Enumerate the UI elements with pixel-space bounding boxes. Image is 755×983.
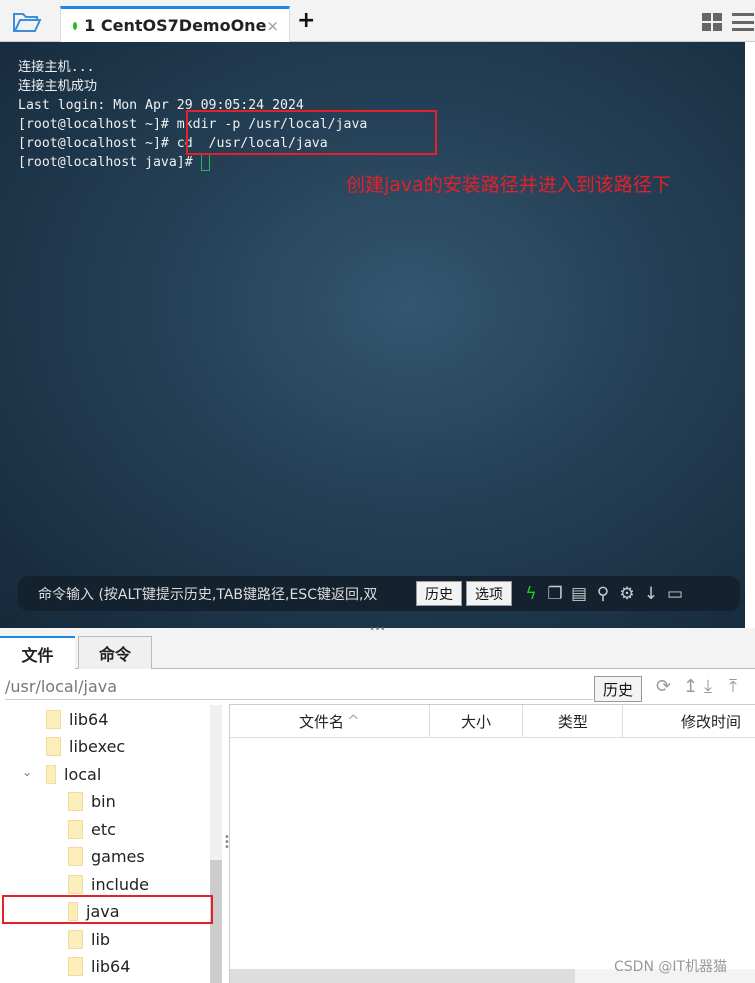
bottom-tabs: 文件 命令 <box>0 636 755 669</box>
tab-session[interactable]: 1 CentOS7DemoOne × <box>60 6 290 42</box>
directory-tree: lib64 libexec ⌄ local bin etc games incl… <box>0 705 222 983</box>
annotation: 创建java的安装路径并进入到该路径下 <box>346 174 671 196</box>
table-header: 文件名 ^ 大小 类型 修改时间 <box>230 705 755 738</box>
path-history-button[interactable]: 历史 <box>594 676 643 702</box>
arrow-down-icon[interactable]: ↓ <box>642 584 660 604</box>
tree-item[interactable]: include <box>68 872 149 896</box>
download-icon[interactable]: ⤓ <box>704 676 712 697</box>
command-input-bar[interactable]: 命令输入 (按ALT键提示历史,TAB键路径,ESC键返回,双 历史 选项 ϟ … <box>18 576 740 611</box>
copy-icon[interactable]: ❐ <box>546 584 564 604</box>
tab-commands[interactable]: 命令 <box>78 636 152 669</box>
table-scrollbar-thumb[interactable] <box>230 969 575 983</box>
file-table: 文件名 ^ 大小 类型 修改时间 <box>229 704 755 983</box>
search-icon[interactable]: ⚲ <box>594 584 612 604</box>
tab-files[interactable]: 文件 <box>0 636 75 669</box>
folder-icon <box>46 709 61 729</box>
lightning-icon[interactable]: ϟ <box>522 584 540 604</box>
close-icon[interactable]: × <box>266 17 279 35</box>
col-type[interactable]: 类型 <box>523 705 624 737</box>
watermark: CSDN @IT机器猫 <box>614 959 728 975</box>
folder-icon <box>68 819 83 839</box>
open-folder-icon[interactable] <box>12 10 42 34</box>
upload-icon[interactable]: ⤒ <box>729 676 737 697</box>
folder-open-icon <box>46 764 56 784</box>
tab-number: 1 <box>84 16 96 35</box>
paste-icon[interactable]: ▤ <box>570 584 588 604</box>
path-input[interactable]: /usr/local/java <box>5 674 593 700</box>
folder-icon <box>68 929 83 949</box>
options-button[interactable]: 选项 <box>466 581 512 606</box>
gear-icon[interactable]: ⚙ <box>618 584 636 604</box>
tree-item[interactable]: lib64 <box>46 707 108 731</box>
col-size[interactable]: 大小 <box>430 705 524 737</box>
chevron-down-icon[interactable]: ⌄ <box>22 765 32 779</box>
tree-item[interactable]: libexec <box>46 734 125 758</box>
tree-item[interactable]: bin <box>68 789 116 813</box>
layout-grid-icon[interactable] <box>702 13 722 31</box>
col-name[interactable]: 文件名 ^ <box>230 705 430 737</box>
terminal[interactable]: 连接主机... 连接主机成功 Last login: Mon Apr 29 09:0… <box>0 42 745 628</box>
menu-icon[interactable] <box>732 13 754 31</box>
cursor <box>200 153 210 171</box>
tree-item[interactable]: lib64 <box>68 954 130 978</box>
highlight-box <box>186 110 437 155</box>
terminal-scrollbar[interactable] <box>745 42 755 628</box>
tab-title: CentOS7DemoOne <box>100 16 267 35</box>
connected-status-icon <box>73 21 78 30</box>
path-row: /usr/local/java 历史 ⟳ ↥ ⤓ ⤒ <box>0 674 755 702</box>
tree-item[interactable]: games <box>68 844 145 868</box>
window-icon[interactable]: ▭ <box>666 584 684 604</box>
folder-icon <box>68 846 83 866</box>
history-button[interactable]: 历史 <box>416 581 462 606</box>
refresh-icon[interactable]: ⟳ <box>656 676 671 697</box>
selection-highlight-box <box>2 895 213 924</box>
folder-icon <box>68 874 83 894</box>
folder-icon <box>46 736 61 756</box>
tree-item[interactable]: etc <box>68 817 116 841</box>
tab-bar: 1 CentOS7DemoOne × + <box>0 0 755 42</box>
new-tab-button[interactable]: + <box>297 8 315 33</box>
folder-icon <box>68 791 83 811</box>
col-modified[interactable]: 修改时间 <box>623 705 755 737</box>
sort-asc-icon: ^ <box>347 712 360 730</box>
splitter-handle[interactable]: ••• <box>0 626 755 636</box>
command-input[interactable]: 命令输入 (按ALT键提示历史,TAB键路径,ESC键返回,双 <box>38 584 416 604</box>
folder-icon <box>68 956 83 976</box>
tree-item[interactable]: lib <box>68 927 110 951</box>
tree-item[interactable]: local <box>46 762 101 786</box>
parent-dir-icon[interactable]: ↥ <box>683 676 698 697</box>
